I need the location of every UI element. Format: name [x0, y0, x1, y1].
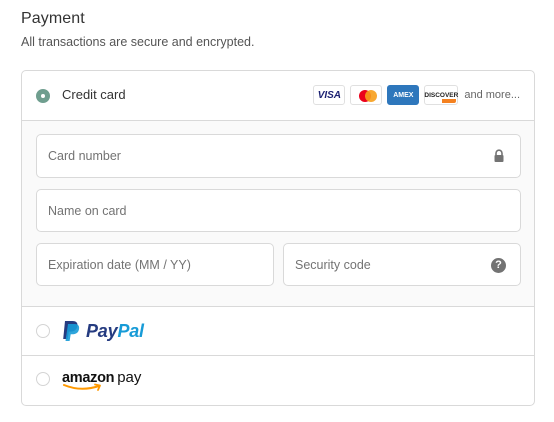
help-icon[interactable]: ? [491, 258, 506, 273]
section-subtitle: All transactions are secure and encrypte… [21, 35, 255, 49]
credit-card-label: Credit card [62, 87, 126, 102]
payment-option-credit-card[interactable]: Credit card VISA AMEX DISCOVER and more.… [22, 71, 534, 121]
expiration-date-input[interactable] [36, 243, 274, 286]
paypal-icon: PayPal [62, 319, 144, 343]
visa-icon: VISA [313, 85, 346, 105]
payment-option-amazon-pay[interactable]: amazon pay [22, 356, 534, 405]
name-on-card-input[interactable] [36, 189, 521, 232]
amazon-smile-icon [63, 383, 101, 391]
paypal-logo-text-pay: Pay [86, 320, 118, 341]
lock-icon [494, 149, 504, 162]
credit-card-form: ? [22, 121, 534, 307]
credit-card-radio[interactable] [36, 89, 50, 103]
amazon-pay-text: pay [117, 369, 142, 386]
payment-methods-panel: Credit card VISA AMEX DISCOVER and more.… [21, 70, 535, 406]
mastercard-icon [350, 85, 383, 105]
paypal-radio[interactable] [36, 324, 50, 338]
paypal-mark-icon [63, 321, 80, 341]
more-brands-text: and more... [464, 89, 520, 101]
paypal-logo-text-pal: Pal [117, 320, 144, 341]
payment-option-paypal[interactable]: PayPal [22, 307, 534, 356]
card-brand-logos: VISA AMEX DISCOVER and more... [308, 84, 520, 106]
discover-icon: DISCOVER [424, 85, 459, 105]
amazon-pay-icon: amazon pay [62, 369, 141, 393]
security-code-input[interactable] [283, 243, 521, 286]
section-title: Payment [21, 10, 85, 27]
amazon-pay-radio[interactable] [36, 372, 50, 386]
amex-icon: AMEX [387, 85, 420, 105]
card-number-input[interactable] [36, 134, 521, 178]
